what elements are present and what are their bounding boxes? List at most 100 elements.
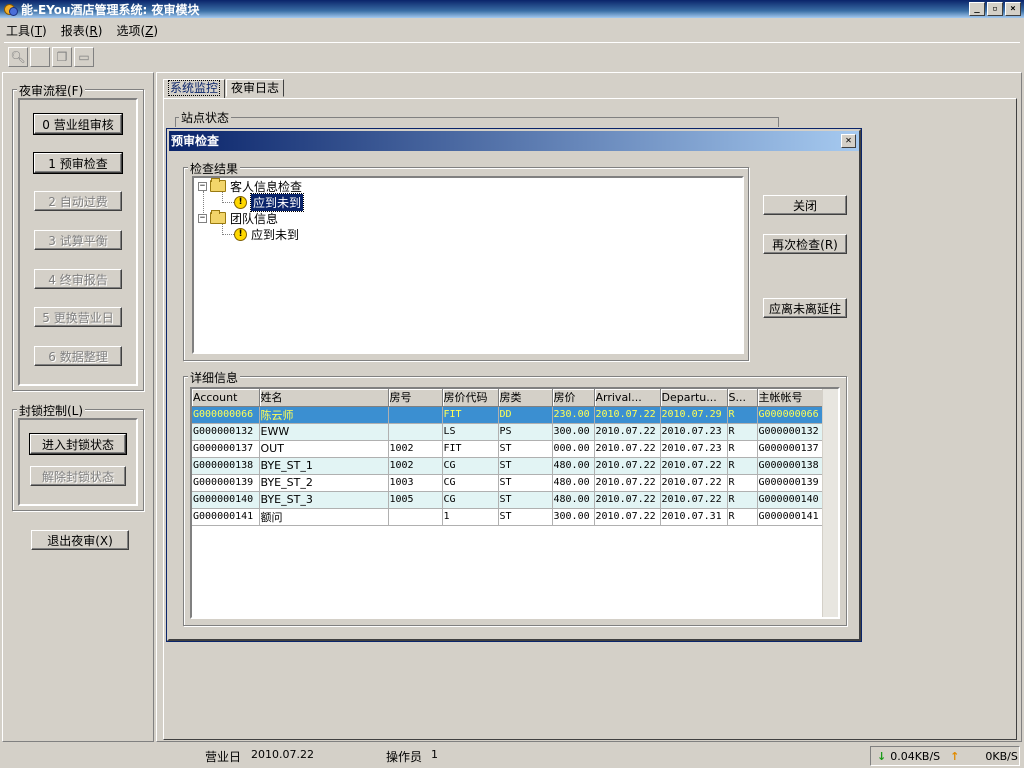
tab-audit-log[interactable]: 夜审日志 [226, 79, 285, 97]
table-cell: 1002 [388, 457, 443, 475]
tab-strip: 系统监控 夜审日志 [163, 79, 285, 99]
download-arrow-icon: ↓ [877, 749, 887, 763]
table-cell: 2010.07.23 [660, 440, 728, 458]
menu-tools[interactable]: 工具(T) [6, 22, 47, 39]
folder-icon [210, 178, 226, 192]
table-cell: 2010.07.22 [594, 440, 661, 458]
close-button[interactable]: 关闭 [763, 195, 847, 215]
table-row[interactable]: G000000066 陈云师 FIT DD 230.00 2010.07.22 2010.0… [192, 406, 823, 424]
operator-value: 1 [431, 748, 438, 761]
table-cell: G000000140 [192, 491, 260, 509]
vertical-scrollbar[interactable] [822, 389, 838, 617]
step-4-button[interactable]: 4 终审报告 [34, 269, 122, 289]
table-cell [388, 423, 443, 441]
restore-button[interactable]: ▫ [987, 2, 1003, 16]
blank-icon[interactable] [30, 46, 50, 67]
table-cell: 480.00 [552, 457, 595, 475]
col-room-no[interactable]: 房号 [388, 389, 443, 407]
step-3-button[interactable]: 3 试算平衡 [34, 230, 122, 250]
table-cell: 2010.07.31 [660, 508, 728, 526]
tree-node-guest-noshow[interactable]: ! 应到未到 [234, 192, 305, 212]
app-icon [2, 2, 18, 16]
step-2-button[interactable]: 2 自动过费 [34, 191, 122, 211]
tab-system-monitor[interactable]: 系统监控 [163, 79, 226, 99]
dialog-close-icon[interactable]: ✕ [841, 134, 856, 148]
col-room-type[interactable]: 房类 [498, 389, 553, 407]
table-cell: 2010.07.22 [594, 423, 661, 441]
upload-arrow-icon: ↑ [950, 749, 960, 763]
window-icon[interactable]: ▭ [74, 46, 94, 67]
col-departure[interactable]: Departu... [660, 389, 728, 407]
title-bar: 能-EYou酒店管理系统: 夜审模块 _ ▫ × [0, 0, 1024, 18]
table-row[interactable]: G000000141 额问 1 ST 300.00 2010.07.22 2010.07.3… [192, 508, 823, 526]
table-cell: ST [498, 508, 553, 526]
table-cell: 2010.07.22 [660, 474, 728, 492]
recheck-button[interactable]: 再次检查(R) [763, 234, 847, 254]
table-row[interactable]: G000000140 BYE_ST_3 1005 CG ST 480.00 2010.07.… [192, 491, 823, 509]
table-cell: 1003 [388, 474, 443, 492]
table-cell: 2010.07.22 [660, 457, 728, 475]
step-0-button[interactable]: 0 营业组审核 [33, 113, 123, 135]
table-cell: LS [442, 423, 499, 441]
col-master-account[interactable]: 主帐帐号 [757, 389, 823, 407]
check-results-group: 检查结果 − 客人信息检查 ! 应到未到 − 团队信息 ! 应到未到 [183, 160, 749, 361]
table-cell: 2010.07.22 [660, 491, 728, 509]
table-cell: ST [498, 457, 553, 475]
step-6-button[interactable]: 6 数据整理 [34, 346, 122, 366]
menu-options[interactable]: 选项(Z) [116, 22, 158, 39]
table-cell: 2010.07.22 [594, 474, 661, 492]
close-window-button[interactable]: × [1005, 2, 1021, 16]
step-5-button[interactable]: 5 更换营业日 [34, 307, 122, 327]
table-cell: G000000137 [757, 440, 823, 458]
table-cell: ST [498, 491, 553, 509]
extend-stay-button[interactable]: 应离未离延住 [763, 298, 847, 318]
col-rate[interactable]: 房价 [552, 389, 595, 407]
table-cell: G000000132 [192, 423, 260, 441]
table-cell: 1 [442, 508, 499, 526]
table-cell: FIT [442, 440, 499, 458]
table-cell: ST [498, 474, 553, 492]
table-cell: DD [498, 406, 553, 424]
flow-group: 夜审流程(F) 0 营业组审核 1 预审检查 2 自动过费 3 试算平衡 4 终… [12, 82, 144, 391]
flow-group-label: 夜审流程(F) [17, 82, 86, 99]
step-1-button[interactable]: 1 预审检查 [33, 152, 123, 174]
release-lock-button[interactable]: 解除封锁状态 [30, 466, 126, 486]
window-title: 能-EYou酒店管理系统: 夜审模块 [21, 2, 200, 17]
col-account[interactable]: Account [192, 389, 260, 407]
collapse-icon[interactable]: − [198, 181, 207, 191]
table-cell: R [727, 457, 758, 475]
table-row[interactable]: G000000139 BYE_ST_2 1003 CG ST 480.00 2010.07.… [192, 474, 823, 492]
table-cell: BYE_ST_1 [259, 457, 389, 475]
check-results-label: 检查结果 [188, 160, 241, 177]
table-cell: G000000132 [757, 423, 823, 441]
exit-night-audit-button[interactable]: 退出夜审(X) [31, 530, 129, 550]
search-icon[interactable]: 🔍︎ [8, 46, 28, 67]
table-cell: 2010.07.22 [594, 491, 661, 509]
table-cell [388, 406, 443, 424]
table-cell: PS [498, 423, 553, 441]
network-speed: ↓ 0.04KB/S ↑ 0KB/S [870, 746, 1020, 766]
table-cell: R [727, 508, 758, 526]
table-cell: G000000141 [757, 508, 823, 526]
col-status[interactable]: S... [727, 389, 758, 407]
col-rate-code[interactable]: 房价代码 [442, 389, 499, 407]
collapse-icon[interactable]: − [198, 213, 207, 223]
dialog-title-bar: 预审检查 ✕ [169, 131, 859, 151]
minimize-button[interactable]: _ [969, 2, 985, 16]
table-cell: CG [442, 491, 499, 509]
table-header-row: Account 姓名 房号 房价代码 房类 房价 Arrival... Depa… [192, 389, 823, 407]
table-cell: 230.00 [552, 406, 595, 424]
tree-node-group-info[interactable]: − 团队信息 [198, 210, 278, 226]
table-cell: G000000140 [757, 491, 823, 509]
table-row[interactable]: G000000137 OUT 1002 FIT ST 000.00 2010.07.22 20… [192, 440, 823, 458]
enter-lock-button[interactable]: 进入封锁状态 [29, 433, 127, 455]
left-panel: 夜审流程(F) 0 营业组审核 1 预审检查 2 自动过费 3 试算平衡 4 终… [2, 72, 154, 742]
col-name[interactable]: 姓名 [259, 389, 389, 407]
copy-icon[interactable]: ❐ [52, 46, 72, 67]
table-row[interactable]: G000000132 EWW LS PS 300.00 2010.07.22 2010.07… [192, 423, 823, 441]
menu-reports[interactable]: 报表(R) [61, 22, 103, 39]
tree-node-guest-check[interactable]: − 客人信息检查 [198, 178, 302, 194]
tree-node-group-noshow[interactable]: ! 应到未到 [234, 226, 299, 242]
table-row[interactable]: G000000138 BYE_ST_1 1002 CG ST 480.00 2010.07.… [192, 457, 823, 475]
col-arrival[interactable]: Arrival... [594, 389, 661, 407]
